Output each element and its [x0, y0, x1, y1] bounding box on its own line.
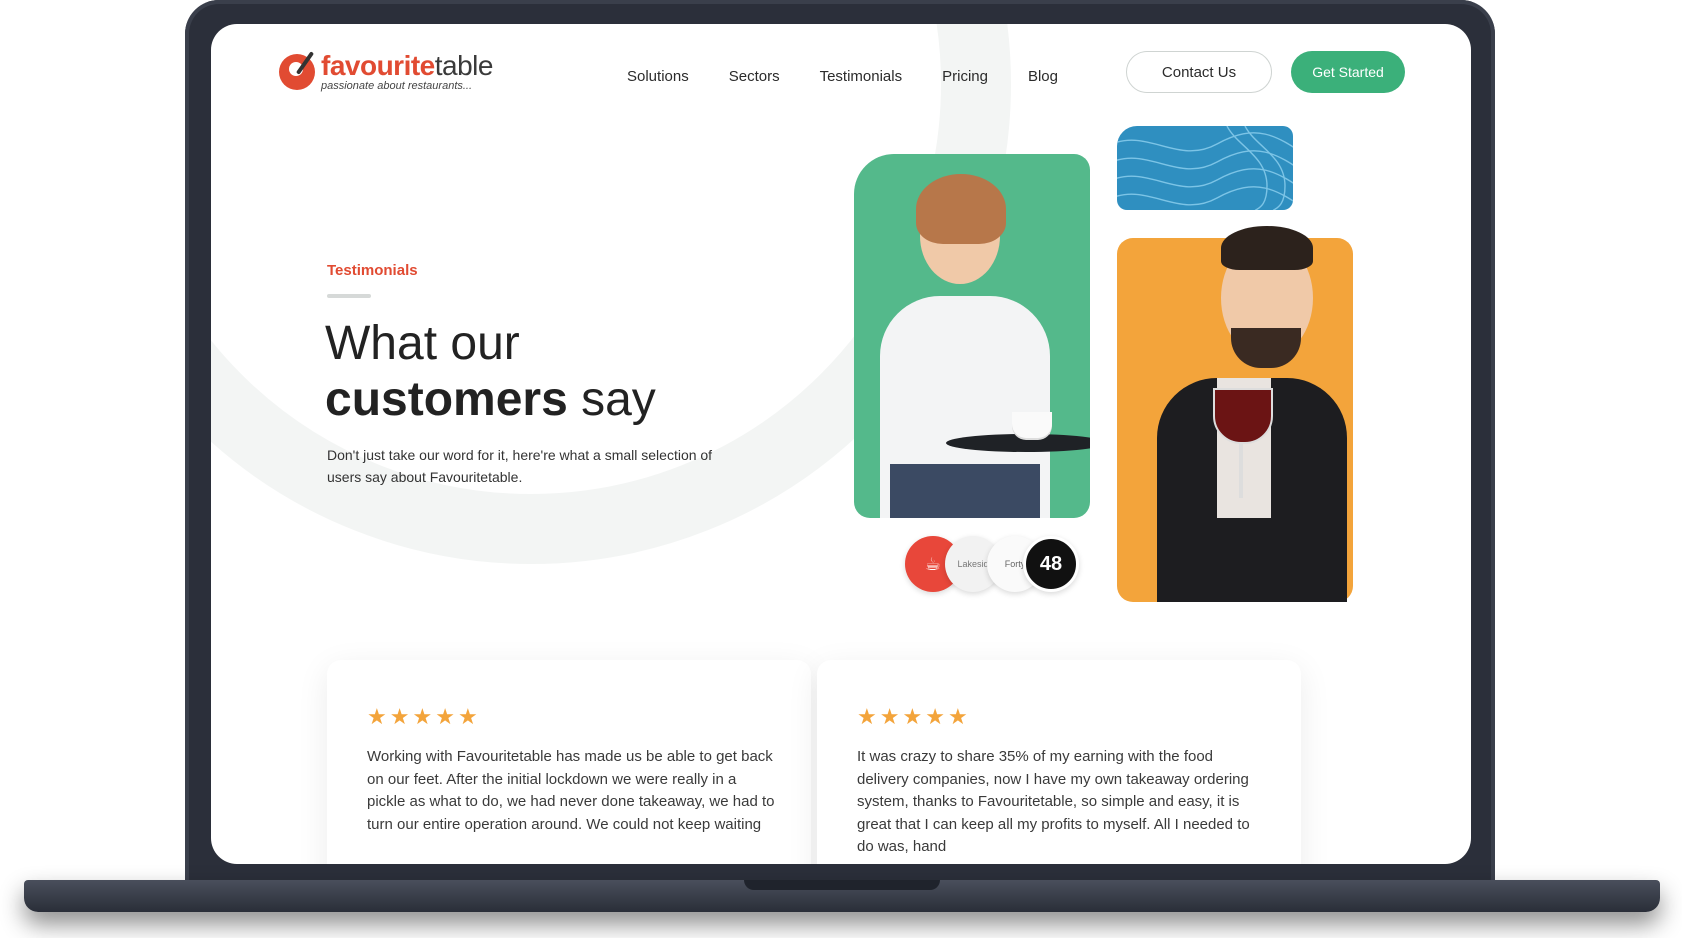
- waitress-hair: [916, 174, 1006, 244]
- bartender-beard: [1231, 328, 1301, 368]
- topographic-pattern-tile: [1117, 126, 1293, 210]
- star-icon: ★: [902, 704, 923, 729]
- waitress-photo: [854, 154, 1090, 518]
- star-rating: ★ ★ ★ ★ ★: [367, 706, 478, 728]
- eyebrow-underline: [327, 294, 371, 298]
- hero-description: Don't just take our word for it, here're…: [327, 447, 713, 485]
- star-icon: ★: [389, 704, 410, 729]
- logo-wordmark: favouritetable: [321, 52, 493, 80]
- contact-us-button[interactable]: Contact Us: [1126, 51, 1272, 93]
- laptop-notch: [744, 880, 940, 890]
- testimonial-text: It was crazy to share 35% of my earning …: [857, 748, 1250, 855]
- hero-title: What our customers say: [325, 316, 656, 439]
- hero-title-rest: say: [567, 373, 656, 426]
- logo-plate-icon: [279, 51, 315, 90]
- bartender-hair: [1221, 226, 1313, 270]
- testimonial-text: Working with Favouritetable has made us …: [367, 748, 775, 833]
- coffee-cup: [1012, 412, 1052, 438]
- star-icon: ★: [947, 704, 968, 729]
- nav-sectors[interactable]: Sectors: [729, 62, 780, 91]
- client-logos: ☕ Lakesid Forty 48: [905, 536, 1095, 594]
- laptop-base: [24, 880, 1660, 912]
- bartender-photo: [1117, 226, 1353, 602]
- nav-pricing[interactable]: Pricing: [942, 62, 988, 91]
- wine-glass: [1213, 388, 1273, 444]
- star-icon: ★: [435, 704, 455, 729]
- logo-word-second: table: [434, 50, 494, 81]
- testimonial-card: ★ ★ ★ ★ ★ It was crazy to share 35% of m…: [817, 660, 1301, 864]
- topographic-lines: [1117, 126, 1293, 210]
- star-icon: ★: [412, 704, 433, 729]
- testimonial-card: ★ ★ ★ ★ ★ Working with Favouritetable ha…: [327, 660, 811, 864]
- star-icon: ★: [857, 704, 877, 729]
- hero-title-line1: What our: [325, 317, 520, 370]
- star-icon: ★: [457, 704, 478, 729]
- get-started-button[interactable]: Get Started: [1291, 51, 1405, 93]
- star-icon: ★: [925, 704, 945, 729]
- nav-blog[interactable]: Blog: [1028, 62, 1058, 91]
- star-icon: ★: [367, 704, 387, 729]
- 48-client-logo: 48: [1023, 536, 1079, 592]
- logo-tagline: passionate about restaurants...: [321, 80, 473, 92]
- star-rating: ★ ★ ★ ★ ★: [857, 706, 968, 728]
- logo-word-main: favourite: [321, 50, 435, 81]
- wine-glass-stem: [1239, 442, 1243, 498]
- logo-fork-icon: [295, 51, 315, 75]
- hero-title-strong: customers: [325, 373, 568, 426]
- website-screen: favouritetable passionate about restaura…: [211, 24, 1471, 864]
- nav-solutions[interactable]: Solutions: [627, 62, 689, 91]
- nav-testimonials[interactable]: Testimonials: [820, 62, 903, 91]
- brand-logo[interactable]: favouritetable passionate about restaura…: [279, 51, 493, 92]
- logo-text: favouritetable passionate about restaura…: [321, 52, 493, 92]
- waitress-apron: [890, 464, 1040, 518]
- star-icon: ★: [879, 704, 900, 729]
- section-eyebrow: Testimonials: [327, 262, 418, 279]
- main-nav: Solutions Sectors Testimonials Pricing B…: [627, 62, 1098, 91]
